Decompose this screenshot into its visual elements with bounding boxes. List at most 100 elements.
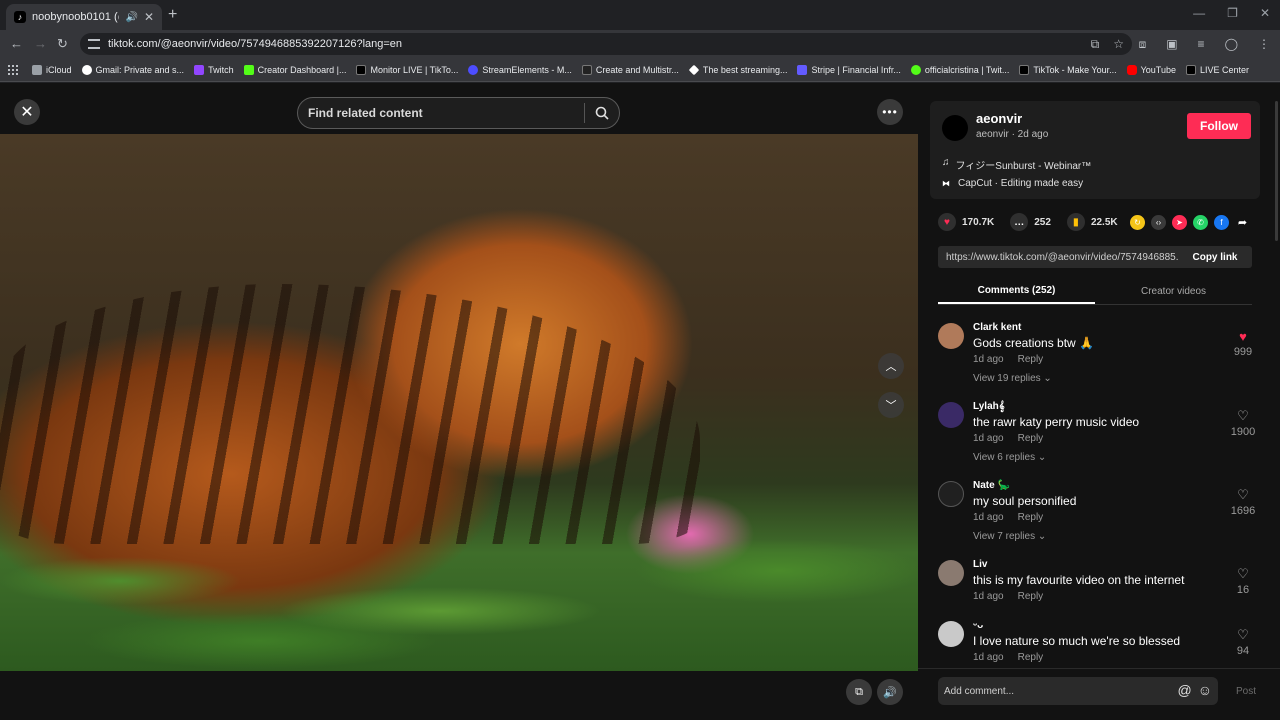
bookmark-icon: ▮ xyxy=(1066,213,1085,231)
commenter-avatar[interactable] xyxy=(938,323,964,349)
view-replies-button[interactable]: View 19 replies ⌄ xyxy=(973,373,1052,384)
install-app-icon[interactable]: ⧉ xyxy=(1091,37,1100,52)
comment-like-button[interactable]: ♡ 1900 xyxy=(1228,408,1258,438)
bookmark-label: Create and Multistr... xyxy=(595,64,679,75)
floating-player-button[interactable]: ⧉ xyxy=(846,679,872,705)
bookmark-item[interactable]: Stripe | Financial Infr... xyxy=(797,64,901,75)
forward-icon[interactable]: → xyxy=(34,36,47,51)
reply-button[interactable]: Reply xyxy=(1018,354,1044,365)
bookmark-item[interactable]: iCloud xyxy=(32,64,72,75)
author-name[interactable]: aeonvir xyxy=(976,111,1022,126)
comment-button[interactable]: … 252 xyxy=(1010,213,1051,231)
previous-video-button[interactable]: ︿ xyxy=(878,353,904,379)
capcut-link[interactable]: ⧓ CapCut · Editing made easy xyxy=(942,178,1083,189)
bookmark-item[interactable]: YouTube xyxy=(1126,64,1176,75)
bookmark-item[interactable]: Creator Dashboard |... xyxy=(243,64,346,75)
music-link[interactable]: ♫ フィジーSunburst - Webinar™ xyxy=(942,157,1091,172)
search-icon[interactable] xyxy=(585,98,619,128)
comment-text: Gods creations btw 🙏 xyxy=(973,336,1094,350)
bookmark-favicon-icon xyxy=(581,64,592,75)
speaker-icon[interactable]: 🔊 xyxy=(125,12,137,23)
extensions-icon[interactable]: ⧈ xyxy=(1139,37,1147,52)
bookmark-item[interactable]: Gmail: Private and s... xyxy=(81,64,184,75)
panel-tabs: Comments (252) Creator videos xyxy=(938,279,1252,305)
search-placeholder[interactable]: Find related content xyxy=(308,106,584,120)
bookmark-item[interactable]: Monitor LIVE | TikTo... xyxy=(356,64,458,75)
close-window-icon[interactable]: ✕ xyxy=(1260,6,1270,20)
volume-button[interactable]: 🔊 xyxy=(877,679,903,705)
like-button[interactable]: ♥ 170.7K xyxy=(938,213,994,231)
comment-like-button[interactable]: ♡ 94 xyxy=(1228,627,1258,657)
share-arrow-icon[interactable]: ➦ xyxy=(1235,215,1250,230)
bookmark-item[interactable]: TikTok - Make Your... xyxy=(1019,64,1117,75)
new-tab-button[interactable]: + xyxy=(168,6,177,24)
url-text[interactable]: tiktok.com/@aeonvir/video/75749468853922… xyxy=(108,38,402,50)
bookmark-star-icon[interactable]: ☆ xyxy=(1113,37,1124,51)
share-link-url[interactable]: https://www.tiktok.com/@aeonvir/video/75… xyxy=(946,252,1178,263)
reply-button[interactable]: Reply xyxy=(1018,512,1044,523)
author-avatar[interactable] xyxy=(942,115,968,141)
commenter-name[interactable]: Lylah𝄞 xyxy=(973,401,1005,412)
commenter-avatar[interactable] xyxy=(938,621,964,647)
back-icon[interactable]: ← xyxy=(10,36,23,51)
bookmark-item[interactable]: The best streaming... xyxy=(688,64,787,75)
copy-link-button[interactable]: Copy link xyxy=(1178,252,1252,263)
reply-button[interactable]: Reply xyxy=(1018,652,1044,663)
apps-grid-icon[interactable] xyxy=(8,64,18,75)
commenter-avatar[interactable] xyxy=(938,402,964,428)
tab-creator-videos[interactable]: Creator videos xyxy=(1095,279,1252,304)
bookmark-favicon-icon xyxy=(797,64,808,75)
bookmark-item[interactable]: LIVE Center xyxy=(1185,64,1249,75)
bookmark-item[interactable]: StreamElements - M... xyxy=(468,64,572,75)
comment-like-button[interactable]: ♡ 1696 xyxy=(1228,487,1258,517)
follow-button[interactable]: Follow xyxy=(1187,113,1251,139)
reload-icon[interactable]: ↻ xyxy=(57,36,68,52)
emoji-icon[interactable]: ☺ xyxy=(1198,682,1212,698)
bookmark-item[interactable]: officialcristina | Twit... xyxy=(910,64,1009,75)
facebook-icon[interactable]: f xyxy=(1214,215,1229,230)
whatsapp-icon[interactable]: ✆ xyxy=(1193,215,1208,230)
comment-placeholder[interactable]: Add comment... xyxy=(944,686,1014,697)
bookmark-item[interactable]: Twitch xyxy=(194,64,234,75)
reply-button[interactable]: Reply xyxy=(1018,591,1044,602)
commenter-name[interactable]: Clark kent xyxy=(973,322,1021,333)
browser-tab[interactable]: ♪ noobynoob0101 (@noobyn 🔊 ✕ xyxy=(6,4,162,30)
comment-like-button[interactable]: ♥ 999 xyxy=(1228,329,1258,358)
restore-icon[interactable]: ❐ xyxy=(1227,6,1238,20)
tab-title: noobynoob0101 (@noobyn xyxy=(32,11,119,23)
comment-like-button[interactable]: ♡ 16 xyxy=(1228,566,1258,596)
commenter-name[interactable]: Nate 🦕 xyxy=(973,480,1010,491)
view-replies-button[interactable]: View 6 replies ⌄ xyxy=(973,452,1046,463)
close-viewer-button[interactable]: ✕ xyxy=(14,99,40,125)
embed-icon[interactable]: ‹› xyxy=(1151,215,1166,230)
reply-button[interactable]: Reply xyxy=(1018,433,1044,444)
send-to-friends-icon[interactable]: ➤ xyxy=(1172,215,1187,230)
video-player[interactable] xyxy=(0,134,918,671)
save-button[interactable]: ▮ 22.5K xyxy=(1066,213,1118,231)
heart-outline-icon: ♡ xyxy=(1237,408,1249,423)
side-panel-icon[interactable]: ▣ xyxy=(1166,37,1177,52)
profile-icon[interactable]: ◯ xyxy=(1225,37,1238,52)
minimize-icon[interactable]: — xyxy=(1193,6,1205,20)
post-button[interactable]: Post xyxy=(1236,686,1256,697)
more-options-button[interactable]: ••• xyxy=(877,99,903,125)
mention-icon[interactable]: @ xyxy=(1177,682,1191,698)
commenter-name[interactable]: Liv xyxy=(973,559,987,570)
comment-input[interactable]: Add comment... @ ☺ xyxy=(938,677,1218,705)
bookmark-item[interactable]: Create and Multistr... xyxy=(581,64,679,75)
commenter-name[interactable]: ᵕᴗ xyxy=(973,620,983,631)
panel-scrollbar[interactable] xyxy=(1275,101,1278,241)
close-tab-icon[interactable]: ✕ xyxy=(144,10,154,24)
commenter-avatar[interactable] xyxy=(938,481,964,507)
address-bar[interactable]: tiktok.com/@aeonvir/video/75749468853922… xyxy=(80,33,1132,55)
search-input[interactable]: Find related content xyxy=(297,97,620,129)
repost-icon[interactable]: ↻ xyxy=(1130,215,1145,230)
tab-comments[interactable]: Comments (252) xyxy=(938,279,1095,304)
menu-icon[interactable]: ⋮ xyxy=(1258,37,1270,52)
view-replies-button[interactable]: View 7 replies ⌄ xyxy=(973,531,1046,542)
commenter-avatar[interactable] xyxy=(938,560,964,586)
next-video-button[interactable]: ﹀ xyxy=(878,392,904,418)
like-count: 170.7K xyxy=(962,216,995,228)
media-icon[interactable]: ≡ xyxy=(1198,37,1205,52)
site-settings-icon[interactable] xyxy=(88,39,100,49)
